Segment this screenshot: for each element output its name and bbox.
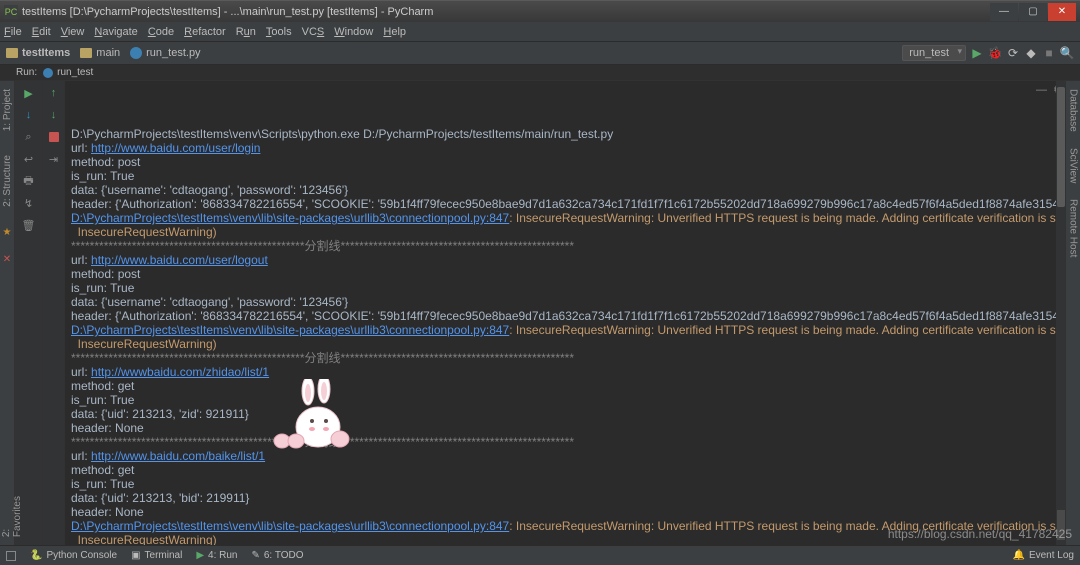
menu-view[interactable]: View bbox=[61, 26, 85, 38]
watermark: https://blog.csdn.net/qq_41782425 bbox=[888, 527, 1072, 541]
nav-bar: testItems main run_test.py run_test ▶ 🐞 … bbox=[0, 42, 1080, 65]
wrap-icon[interactable]: ↩ bbox=[21, 151, 37, 167]
status-python-console[interactable]: 🐍 Python Console bbox=[30, 550, 117, 561]
profile-icon[interactable]: ◆ bbox=[1024, 46, 1038, 60]
up-icon[interactable]: ↑ bbox=[46, 85, 62, 101]
menu-tools[interactable]: Tools bbox=[266, 26, 292, 38]
run-icon[interactable]: ▶ bbox=[970, 46, 984, 60]
tool-remote[interactable]: Remote Host bbox=[1068, 195, 1079, 261]
print-icon[interactable]: 🖶 bbox=[21, 173, 37, 189]
folder-icon bbox=[80, 48, 92, 58]
tool-sciview[interactable]: SciView bbox=[1068, 144, 1079, 187]
link-zhidao[interactable]: http://wwwbaidu.com/zhidao/list/1 bbox=[91, 365, 269, 379]
maximize-button[interactable]: ▢ bbox=[1019, 3, 1047, 21]
trash-icon[interactable]: 🗑 bbox=[21, 217, 37, 233]
menu-bar: File Edit View Navigate Code Refactor Ru… bbox=[0, 22, 1080, 42]
close-button[interactable]: ✕ bbox=[1048, 3, 1076, 21]
run-label: Run: bbox=[16, 67, 37, 78]
menu-code[interactable]: Code bbox=[148, 26, 174, 38]
crumb-mid: main bbox=[96, 47, 120, 59]
breadcrumb-mid[interactable]: main bbox=[80, 47, 120, 59]
close-x-icon[interactable]: ✕ bbox=[3, 254, 11, 265]
folder-icon bbox=[6, 48, 18, 58]
minimize-button[interactable]: — bbox=[990, 3, 1018, 21]
tool-window-icon[interactable] bbox=[6, 551, 16, 561]
run-config-name: run_test bbox=[57, 67, 93, 78]
menu-file[interactable]: File bbox=[4, 26, 22, 38]
console-output[interactable]: ⚙ — D:\PycharmProjects\testItems\venv\Sc… bbox=[65, 81, 1065, 546]
status-bar: 🐍 Python Console ▣ Terminal ▶ 4: Run ✎ 6… bbox=[0, 545, 1080, 565]
status-terminal[interactable]: ▣ Terminal bbox=[131, 550, 182, 561]
down2-icon[interactable]: ↓ bbox=[46, 107, 62, 123]
link-baike[interactable]: http://www.baidu.com/baike/list/1 bbox=[91, 449, 265, 463]
right-tool-strip: Database SciView Remote Host bbox=[1065, 81, 1080, 546]
link-login[interactable]: http://www.baidu.com/user/login bbox=[91, 141, 260, 155]
stop-icon[interactable]: ■ bbox=[1042, 46, 1056, 60]
run-tool-tab: Run: run_test bbox=[0, 65, 1080, 81]
link-connpool[interactable]: D:\PycharmProjects\testItems\venv\lib\si… bbox=[71, 323, 509, 337]
filter-icon[interactable]: ⌕ bbox=[21, 129, 37, 145]
coverage-icon[interactable]: ⟳ bbox=[1006, 46, 1020, 60]
status-event-log[interactable]: 🔔 Event Log bbox=[1013, 550, 1075, 561]
menu-vcs[interactable]: VCS bbox=[302, 26, 325, 38]
minimize-tool-icon[interactable]: — bbox=[1036, 83, 1047, 97]
tool-database[interactable]: Database bbox=[1068, 85, 1079, 136]
clear-icon[interactable]: ↯ bbox=[21, 195, 37, 211]
menu-help[interactable]: Help bbox=[383, 26, 406, 38]
status-todo[interactable]: ✎ 6: TODO bbox=[251, 550, 303, 561]
breadcrumb-file[interactable]: run_test.py bbox=[130, 47, 200, 59]
status-run[interactable]: ▶ 4: Run bbox=[196, 550, 237, 561]
crumb-root: testItems bbox=[22, 47, 70, 59]
down-icon[interactable]: ↓ bbox=[21, 107, 37, 123]
crumb-file: run_test.py bbox=[146, 47, 200, 59]
app-icon: PC bbox=[4, 5, 18, 19]
window-buttons: — ▢ ✕ bbox=[989, 3, 1076, 21]
menu-navigate[interactable]: Navigate bbox=[94, 26, 137, 38]
python-icon bbox=[43, 68, 53, 78]
breadcrumb[interactable]: testItems bbox=[6, 47, 70, 59]
tool-favorites[interactable]: 2: Favorites bbox=[1, 492, 23, 541]
title-bar: PC testItems [D:\PycharmProjects\testIte… bbox=[0, 0, 1080, 22]
menu-refactor[interactable]: Refactor bbox=[184, 26, 226, 38]
debug-icon[interactable]: 🐞 bbox=[988, 46, 1002, 60]
menu-run[interactable]: Run bbox=[236, 26, 256, 38]
run-config-selector[interactable]: run_test bbox=[902, 45, 966, 61]
bookmark-icon[interactable]: ★ bbox=[3, 227, 12, 238]
menu-window[interactable]: Window bbox=[334, 26, 373, 38]
left-tool-strip: 1: Project 2: Structure ★ ✕ bbox=[0, 81, 15, 546]
main-area: 1: Project 2: Structure ★ ✕ ▶ ↓ ⌕ ↩ 🖶 ↯ … bbox=[0, 81, 1080, 546]
run-gutter-2: ↑ ↓ ⇥ bbox=[43, 81, 65, 546]
scrollbar[interactable] bbox=[1056, 81, 1065, 546]
run-gutter: ▶ ↓ ⌕ ↩ 🖶 ↯ 🗑 bbox=[15, 81, 43, 546]
tool-project[interactable]: 1: Project bbox=[2, 85, 13, 135]
link-logout[interactable]: http://www.baidu.com/user/logout bbox=[91, 253, 268, 267]
python-icon bbox=[130, 47, 142, 59]
rerun-icon[interactable]: ▶ bbox=[21, 85, 37, 101]
window-title: testItems [D:\PycharmProjects\testItems]… bbox=[22, 6, 989, 18]
search-everywhere-icon[interactable]: 🔍 bbox=[1060, 46, 1074, 60]
export-icon[interactable]: ⇥ bbox=[46, 151, 62, 167]
link-connpool[interactable]: D:\PycharmProjects\testItems\venv\lib\si… bbox=[71, 519, 509, 533]
link-connpool[interactable]: D:\PycharmProjects\testItems\venv\lib\si… bbox=[71, 211, 509, 225]
stop-icon[interactable] bbox=[46, 129, 62, 145]
tool-structure[interactable]: 2: Structure bbox=[2, 151, 13, 211]
menu-edit[interactable]: Edit bbox=[32, 26, 51, 38]
